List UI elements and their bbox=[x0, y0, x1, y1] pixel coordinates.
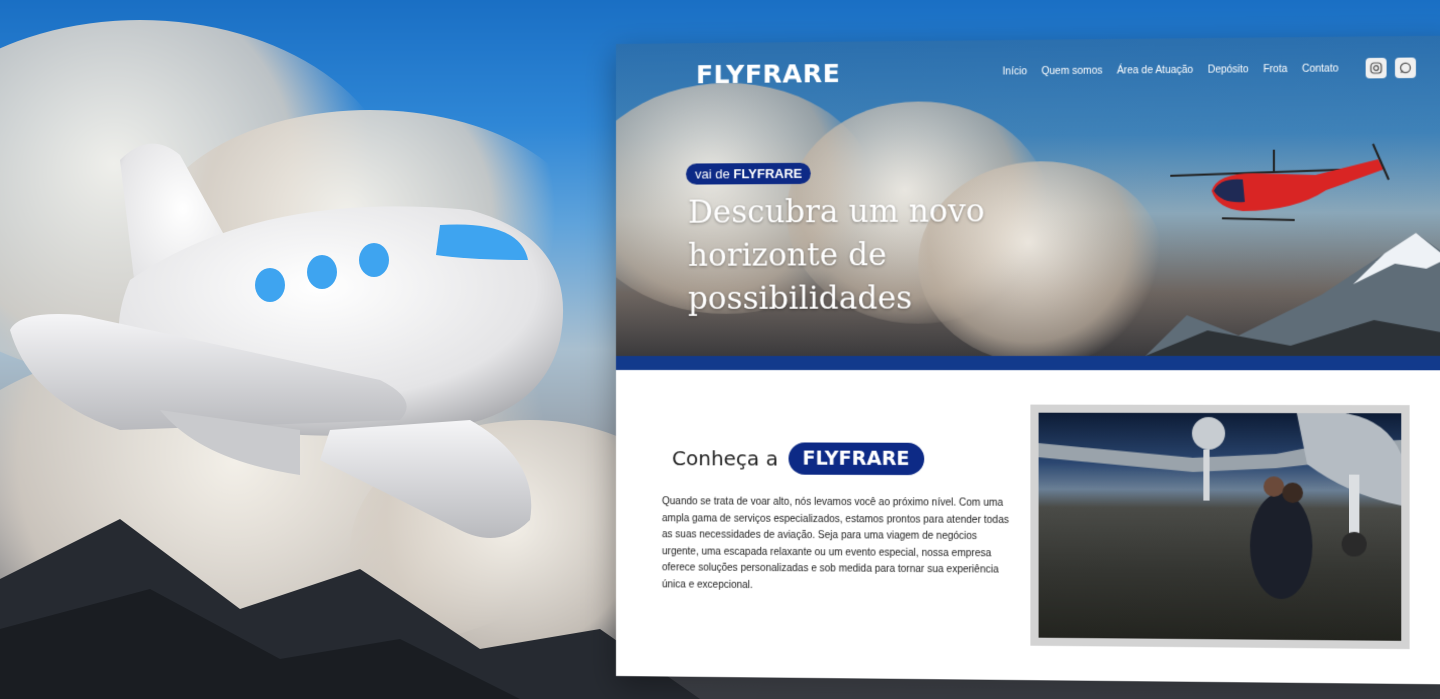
about-section: Conheça a FLYFRARE Quando se trata de vo… bbox=[616, 370, 1440, 685]
nav-item-deposito[interactable]: Depósito bbox=[1208, 64, 1249, 76]
nav-item-frota[interactable]: Frota bbox=[1263, 63, 1287, 74]
instagram-icon[interactable] bbox=[1365, 57, 1387, 79]
blue-divider-band bbox=[616, 355, 1440, 371]
badge-prefix: vai de bbox=[695, 166, 730, 182]
hero-section: FLYFRARE Início Quem somos Área de Atuaç… bbox=[616, 35, 1440, 356]
couple-photo-frame bbox=[1030, 404, 1410, 650]
top-navigation: FLYFRARE Início Quem somos Área de Atuaç… bbox=[616, 36, 1440, 106]
hero-headline: Descubra um novo horizonte de possibilid… bbox=[687, 193, 985, 317]
whatsapp-icon[interactable] bbox=[1394, 57, 1416, 79]
about-paragraph: Quando se trata de voar alto, nós levamo… bbox=[661, 496, 1009, 591]
about-title: Conheça a FLYFRARE bbox=[671, 442, 924, 476]
mountain-peaks bbox=[1145, 232, 1440, 356]
nav-item-quem-somos[interactable]: Quem somos bbox=[1041, 65, 1102, 77]
nav-item-contato[interactable]: Contato bbox=[1302, 63, 1339, 75]
badge-brand: FLYFRARE bbox=[733, 165, 803, 182]
site-logo[interactable]: FLYFRARE bbox=[696, 58, 840, 88]
website-mockup: FLYFRARE Início Quem somos Área de Atuaç… bbox=[616, 35, 1440, 685]
photo-illustration bbox=[1038, 412, 1402, 600]
couple-airplane-photo bbox=[1038, 412, 1402, 641]
about-title-prefix: Conheça a bbox=[671, 446, 779, 471]
helicopter-image bbox=[1170, 133, 1399, 241]
nav-item-area-de-atuacao[interactable]: Área de Atuação bbox=[1117, 64, 1193, 76]
nav-item-inicio[interactable]: Início bbox=[1003, 66, 1027, 77]
nav-menu: Início Quem somos Área de Atuação Depósi… bbox=[1003, 57, 1416, 81]
airplane-illustration bbox=[10, 143, 564, 538]
social-links bbox=[1365, 57, 1416, 79]
about-brand-pill: FLYFRARE bbox=[788, 442, 924, 476]
hero-badge: vai de FLYFRARE bbox=[685, 162, 812, 185]
